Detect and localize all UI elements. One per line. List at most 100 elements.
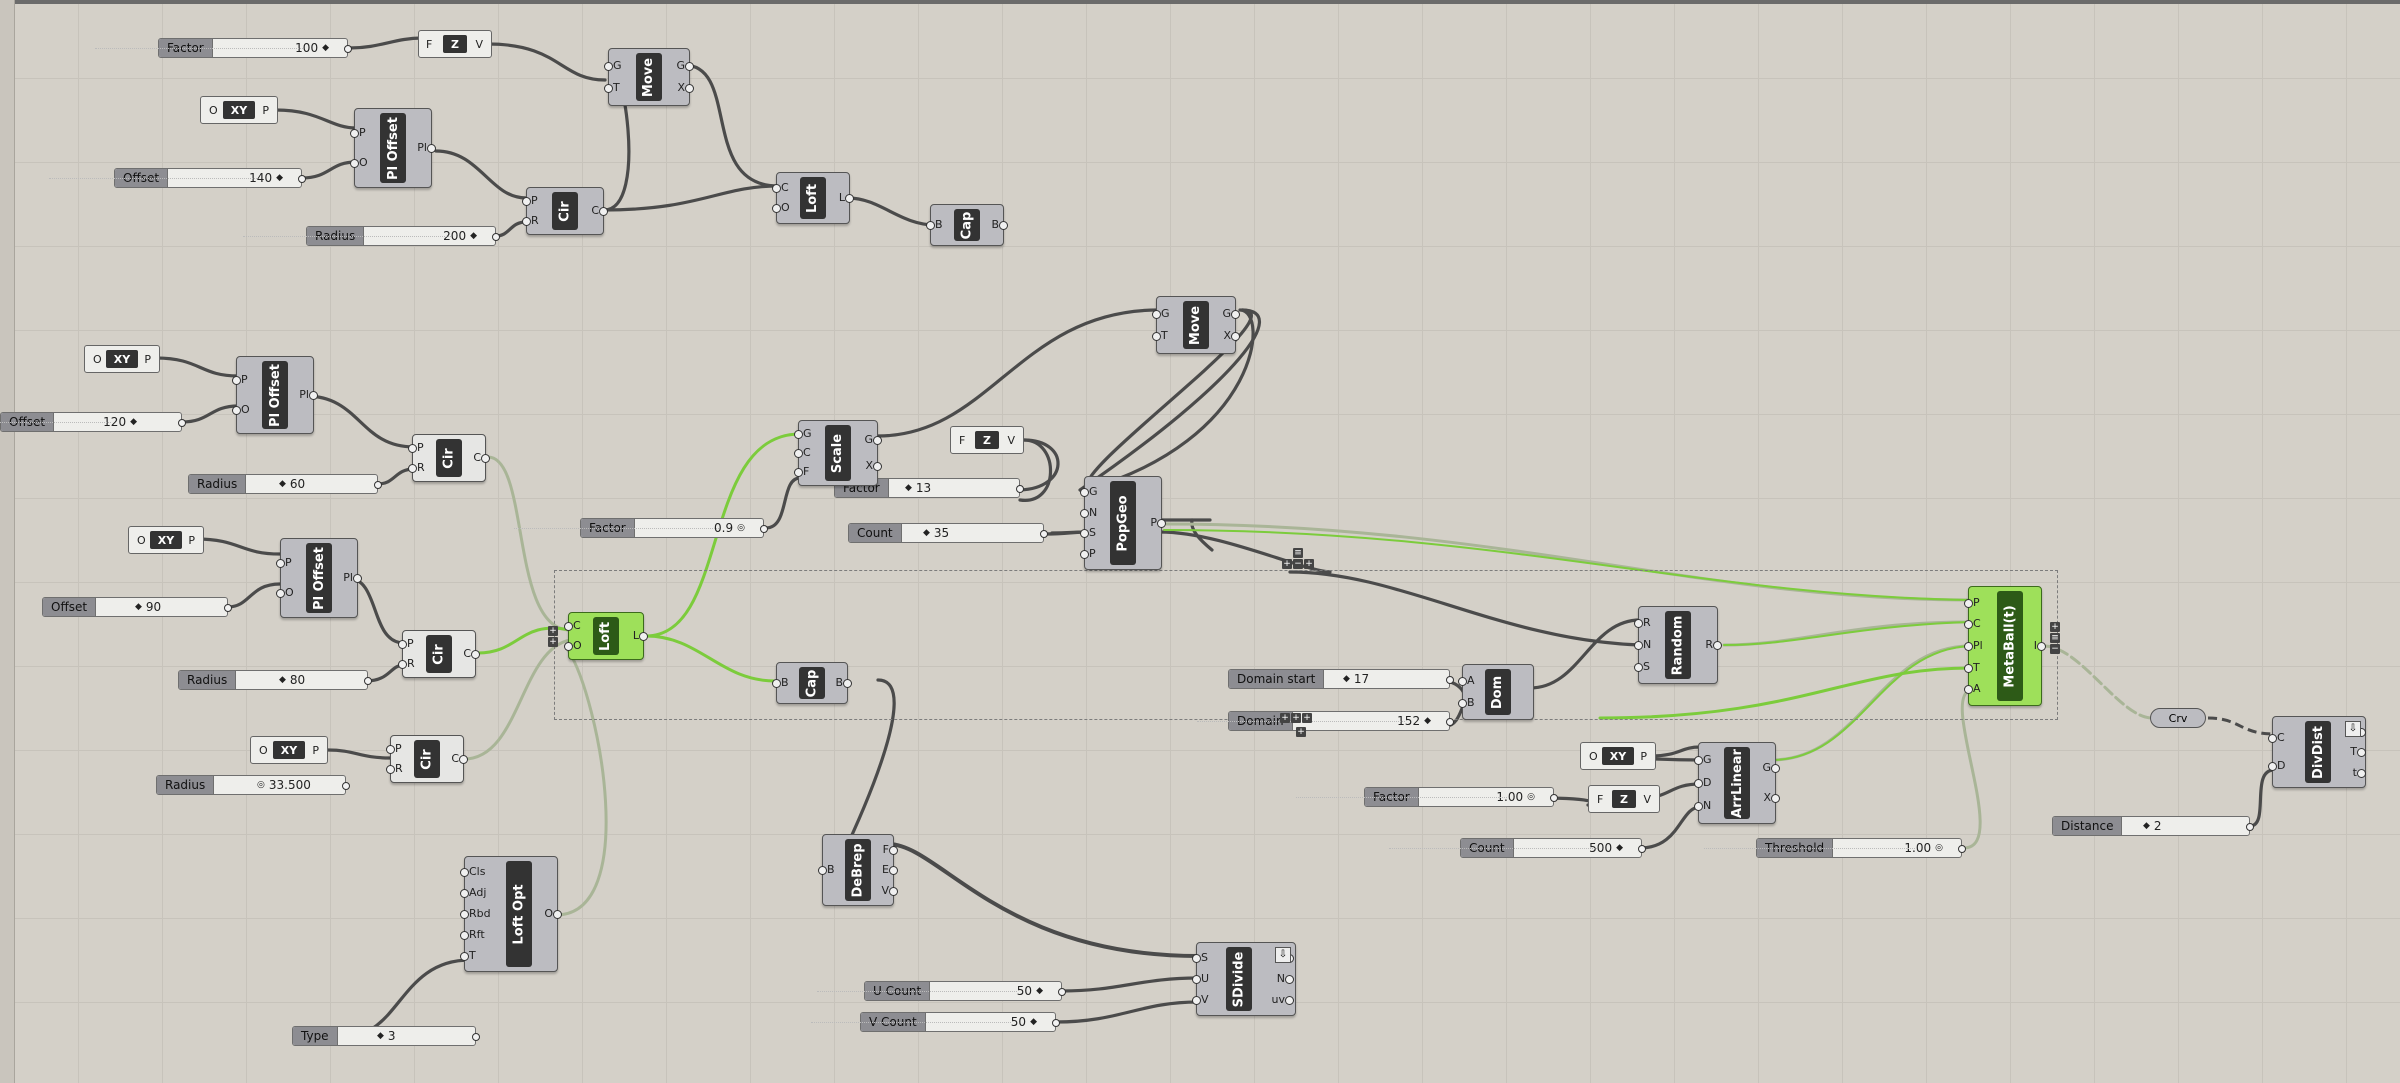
loft-node[interactable]: CO Loft L bbox=[772, 172, 855, 224]
move-node[interactable]: GT Move GX bbox=[1152, 296, 1240, 354]
grasshopper-canvas[interactable]: Factor 100 ◆ Offset 140 ◆ Radius 200 ◆ Offs… bbox=[0, 0, 2400, 1083]
slider-v-count[interactable]: V Count 50 ◆ bbox=[809, 1012, 1060, 1032]
populate-geometry-node[interactable]: GNSP PopGeo P bbox=[1080, 476, 1166, 570]
menu-icon[interactable]: ≡ bbox=[1293, 548, 1303, 558]
slider-domain-end[interactable]: Domain 152 ◆ bbox=[1198, 711, 1454, 731]
xy-plane-node[interactable]: O XY P bbox=[250, 736, 328, 764]
zoom-ui-popgeo[interactable]: ≡ + − + bbox=[1282, 548, 1314, 569]
circle-node[interactable]: PR Cir C bbox=[386, 735, 468, 783]
input-label: O bbox=[350, 156, 368, 169]
add-output-icon[interactable]: + bbox=[2050, 622, 2060, 632]
deconstruct-brep-node[interactable]: B DeBrep FEV bbox=[818, 834, 899, 906]
pl-offset-node[interactable]: P O Pl Offset Pl bbox=[232, 356, 318, 434]
slider-count[interactable]: Count 500 ◆ bbox=[1390, 838, 1646, 858]
z-vector-node[interactable]: F Z V bbox=[950, 426, 1024, 454]
slider-label: Radius bbox=[189, 475, 247, 493]
slider-radius[interactable]: Radius 200 ◆ bbox=[244, 226, 500, 246]
slider-value: ◆ 60 bbox=[279, 477, 306, 491]
random-node[interactable]: RNS Random R bbox=[1633, 606, 1722, 684]
wire bbox=[1638, 805, 1702, 850]
slider-radius[interactable]: Radius ◎ 33.500 bbox=[156, 775, 350, 795]
output-label: G bbox=[1222, 306, 1240, 320]
pl-offset-node[interactable]: P O Pl Offset Pl bbox=[276, 538, 362, 618]
remove-param-icon[interactable]: + bbox=[1291, 713, 1301, 723]
construct-domain-node[interactable]: AB Dom I bbox=[1458, 664, 1534, 720]
divide-distance-node[interactable]: CD DivDist PTt ⇩ bbox=[2267, 716, 2368, 788]
slider-radius[interactable]: Radius ◆ 60 bbox=[188, 474, 382, 494]
node-title: DeBrep bbox=[845, 839, 871, 901]
add-param-icon[interactable]: + bbox=[1282, 559, 1292, 569]
output-label: P bbox=[262, 104, 269, 117]
add-param-icon[interactable]: + bbox=[1304, 559, 1314, 569]
flatten-icon[interactable]: ⇩ bbox=[2345, 721, 2361, 737]
flatten-icon[interactable]: ⇩ bbox=[1275, 947, 1291, 963]
slider-label: Radius bbox=[157, 776, 215, 794]
slider-offset[interactable]: Offset 140 ◆ bbox=[50, 168, 306, 188]
slider-offset[interactable]: Offset ◆ 90 bbox=[42, 597, 232, 617]
output-label: X bbox=[1763, 791, 1780, 805]
slider-count[interactable]: Count ◆ 35 bbox=[848, 523, 1048, 543]
remove-param-icon[interactable]: − bbox=[1293, 559, 1303, 569]
circle-node[interactable]: PR Cir C bbox=[408, 434, 490, 482]
metaball-node-selected[interactable]: P C Pl T A MetaBall(t) I bbox=[1964, 586, 2048, 706]
node-title: Random bbox=[1665, 611, 1691, 679]
node-title: Move bbox=[1183, 301, 1209, 349]
move-node[interactable]: GT Move GX bbox=[604, 48, 694, 106]
input-label: G bbox=[604, 58, 622, 72]
linear-array-node[interactable]: GDN ArrLinear GX bbox=[1694, 742, 1780, 824]
cap-node[interactable]: B Cap B bbox=[772, 662, 852, 704]
input-label: T bbox=[1964, 661, 1983, 674]
loft-node-selected[interactable]: CO Loft L bbox=[564, 612, 649, 660]
node-title: DivDist bbox=[2305, 721, 2331, 783]
input-label: S bbox=[1633, 660, 1650, 673]
scale-node[interactable]: GCF Scale GX bbox=[794, 420, 882, 486]
slider-domain-start[interactable]: Domain start ◆ 17 bbox=[1228, 669, 1454, 689]
output-label: P bbox=[1640, 750, 1647, 763]
add-param-icon[interactable]: + bbox=[1280, 713, 1290, 723]
node-title: Dom bbox=[1485, 669, 1511, 715]
xy-plane-node[interactable]: O XY P bbox=[200, 96, 278, 124]
circle-node[interactable]: PR Cir C bbox=[522, 187, 608, 235]
slider-radius[interactable]: Radius ◆ 80 bbox=[178, 670, 372, 690]
node-title: ArrLinear bbox=[1724, 747, 1750, 819]
loft-options-node[interactable]: Cls Adj Rbd Rft T Loft Opt O bbox=[460, 856, 562, 972]
slider-factor[interactable]: Factor 1.00 ◎ bbox=[1298, 787, 1558, 807]
zoom-ui-metaball[interactable]: + ≡ − bbox=[2050, 622, 2060, 654]
slider-value: 50 ◆ bbox=[815, 982, 1047, 1000]
node-title: Loft bbox=[800, 177, 826, 219]
zoom-ui-domain[interactable]: + + + bbox=[1280, 713, 1312, 723]
z-vector-node[interactable]: F Z V bbox=[418, 30, 492, 58]
remove-output-icon[interactable]: − bbox=[2050, 644, 2060, 654]
slider-factor[interactable]: Factor 0.9 ◎ bbox=[514, 518, 768, 538]
xy-plane-node[interactable]: O XY P bbox=[84, 345, 160, 373]
input-label: S bbox=[1191, 951, 1208, 964]
zoom-ui-domain-extra[interactable]: + bbox=[1296, 727, 1306, 737]
input-label: C bbox=[772, 180, 789, 194]
input-label: O bbox=[232, 402, 250, 416]
xy-plane-node[interactable]: O XY P bbox=[128, 526, 204, 554]
add-param-icon[interactable]: + bbox=[1296, 727, 1306, 737]
surface-divide-node[interactable]: SUV SDivide PNuv ⇩ bbox=[1191, 942, 1296, 1016]
slider-u-count[interactable]: U Count 50 ◆ bbox=[815, 981, 1066, 1001]
add-input-icon[interactable]: + bbox=[548, 626, 558, 636]
slider-offset[interactable]: Offset 120 ◆ bbox=[0, 412, 186, 432]
slider-threshold[interactable]: Threshold 1.00 ◎ bbox=[1706, 838, 1966, 858]
xy-plane-node[interactable]: O XY P bbox=[1580, 742, 1656, 770]
input-label: T bbox=[604, 81, 620, 95]
input-label: F bbox=[426, 38, 433, 51]
wire bbox=[326, 748, 392, 760]
menu-icon[interactable]: ≡ bbox=[2050, 633, 2060, 643]
zoom-ui-loft[interactable]: + + bbox=[548, 626, 558, 647]
slider-factor[interactable]: Factor 100 ◆ bbox=[96, 38, 352, 58]
z-vector-node[interactable]: F Z V bbox=[1588, 785, 1660, 813]
add-param-icon[interactable]: + bbox=[1302, 713, 1312, 723]
curve-param[interactable]: Crv bbox=[2150, 708, 2206, 728]
remove-input-icon[interactable]: + bbox=[548, 637, 558, 647]
slider-distance[interactable]: Distance ◆ 2 bbox=[2052, 816, 2254, 836]
cap-node[interactable]: B Cap B bbox=[926, 204, 1008, 246]
circle-node[interactable]: PR Cir C bbox=[398, 630, 480, 678]
pl-offset-node[interactable]: P O Pl Offset Pl bbox=[350, 108, 436, 188]
output-label: P bbox=[312, 744, 319, 757]
output-label: uv bbox=[1271, 993, 1295, 1006]
slider-type[interactable]: Type ◆ 3 bbox=[292, 1026, 480, 1046]
